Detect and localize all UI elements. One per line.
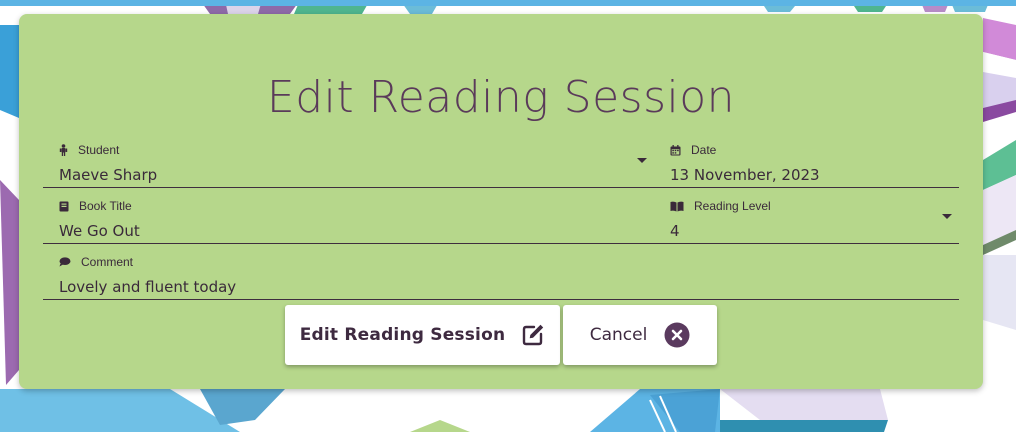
reading-level-label-group: Reading Level xyxy=(670,199,771,213)
close-circle-icon xyxy=(664,322,690,348)
chevron-down-icon[interactable] xyxy=(637,158,647,163)
cancel-button-label: Cancel xyxy=(589,325,648,345)
date-value: 13 November, 2023 xyxy=(670,166,820,184)
book-title-field[interactable]: Book Title We Go Out xyxy=(43,189,654,244)
reading-level-value: 4 xyxy=(670,222,680,240)
date-field[interactable]: Date 13 November, 2023 xyxy=(654,133,959,188)
student-label: Student xyxy=(78,143,120,157)
comment-label-group: Comment xyxy=(59,255,133,269)
date-label: Date xyxy=(691,143,717,157)
edit-reading-session-button[interactable]: Edit Reading Session xyxy=(285,305,560,365)
comment-value: Lovely and fluent today xyxy=(59,278,237,296)
book-title-value: We Go Out xyxy=(59,222,140,240)
edit-button-label: Edit Reading Session xyxy=(299,325,506,345)
book-icon xyxy=(59,201,69,211)
top-bar xyxy=(0,0,1016,6)
chevron-down-icon[interactable] xyxy=(942,214,952,219)
date-label-group: Date xyxy=(670,143,716,157)
student-select[interactable]: Student Maeve Sharp xyxy=(43,133,654,188)
book-title-label-group: Book Title xyxy=(59,199,132,213)
student-value: Maeve Sharp xyxy=(59,166,158,184)
comment-icon xyxy=(59,257,71,267)
person-icon xyxy=(59,144,68,156)
open-book-icon xyxy=(670,201,684,211)
reading-level-label: Reading Level xyxy=(694,199,771,213)
student-label-group: Student xyxy=(59,143,119,157)
comment-field[interactable]: Comment Lovely and fluent today xyxy=(43,245,959,300)
reading-level-select[interactable]: Reading Level 4 xyxy=(654,189,959,244)
comment-label: Comment xyxy=(81,255,134,269)
calendar-icon xyxy=(670,144,681,155)
edit-icon xyxy=(523,324,544,346)
page-title: Edit Reading Session xyxy=(266,72,736,123)
cancel-button[interactable]: Cancel xyxy=(563,305,717,365)
book-title-label: Book Title xyxy=(79,199,132,213)
